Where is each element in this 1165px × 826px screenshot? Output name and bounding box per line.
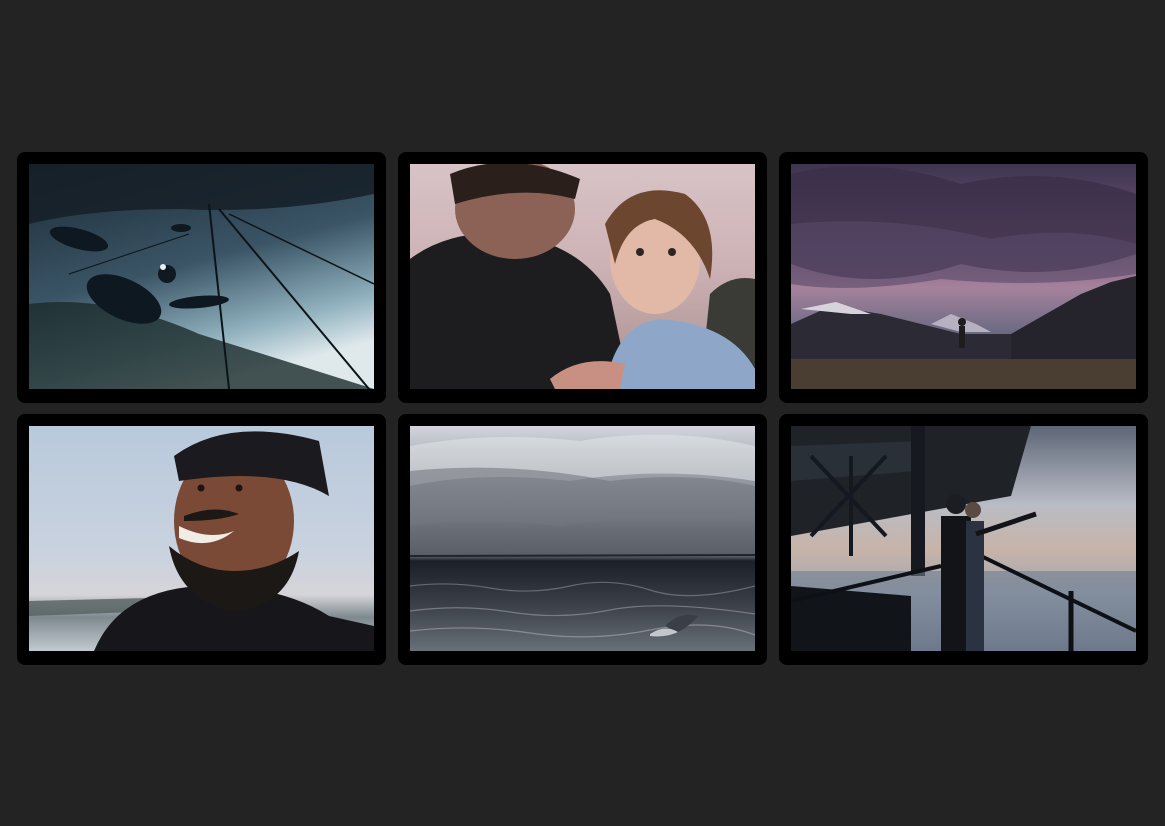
photo-tile-3[interactable] <box>779 152 1148 403</box>
photo-tile-6[interactable] <box>779 414 1148 665</box>
photo-tile-1[interactable] <box>17 152 386 403</box>
photo-tile-5[interactable] <box>398 414 767 665</box>
ocean-dolphin-photo <box>410 426 755 651</box>
smiling-man-beanie-photo <box>29 426 374 651</box>
people-on-bridge-pointing-photo <box>791 426 1136 651</box>
photo-tile-4[interactable] <box>17 414 386 665</box>
man-holding-child-photo <box>410 164 755 389</box>
underwater-cave-divers-photo <box>29 164 374 389</box>
photo-grid <box>17 152 1148 665</box>
photo-tile-2[interactable] <box>398 152 767 403</box>
mountain-valley-storm-clouds-photo <box>791 164 1136 389</box>
